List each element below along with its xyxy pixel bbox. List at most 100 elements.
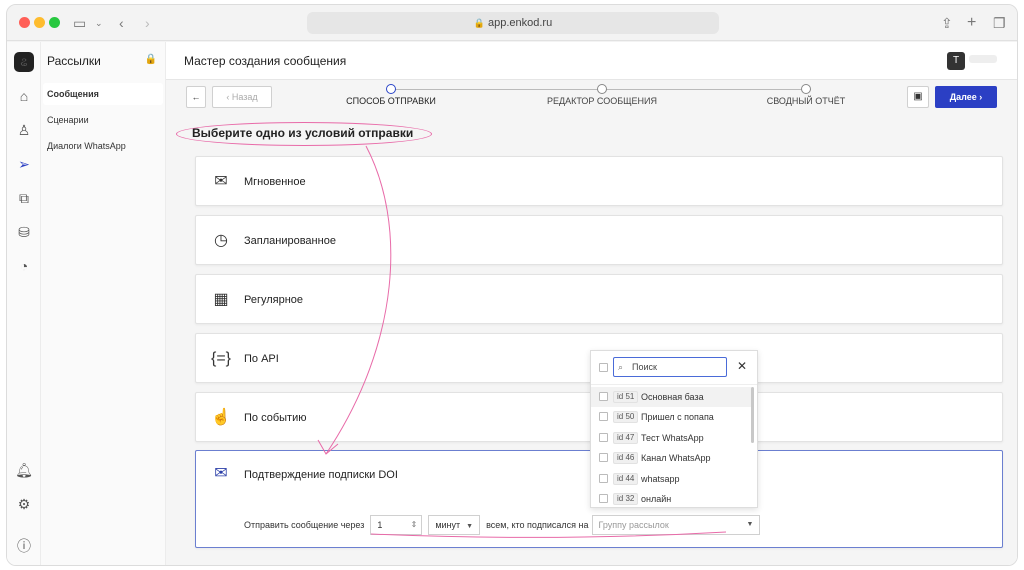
step-summary-report[interactable]: СВОДНЫЙ ОТЧЁТ	[746, 84, 866, 106]
main-content: Мастер создания сообщения T ← ‹ Назад СП…	[166, 42, 1017, 565]
page-header: Мастер создания сообщения T	[166, 42, 1017, 80]
search-placeholder: Поиск	[632, 362, 657, 372]
pie-chart-icon[interactable]: ◔	[14, 256, 34, 276]
id-badge: id 32	[613, 493, 639, 505]
api-braces-icon: {=}	[210, 350, 232, 367]
step-label: СВОДНЫЙ ОТЧЁТ	[766, 96, 846, 106]
address-bar[interactable]: 🔒 app.enkod.ru	[307, 12, 719, 34]
sidebar-item-scenarios[interactable]: Сценарии	[43, 109, 163, 131]
group-select[interactable]: Группу рассылок ▼	[592, 515, 761, 535]
id-badge: id 47	[613, 432, 639, 444]
delay-unit-select[interactable]: минут ▼	[428, 515, 481, 535]
copy-icon[interactable]: ⧉	[14, 188, 34, 208]
option-label: По событию	[244, 412, 307, 424]
dropdown-scrollbar[interactable]	[751, 387, 754, 443]
help-icon[interactable]: ⓘ	[14, 536, 34, 556]
item-name: Канал WhatsApp	[641, 453, 711, 463]
sidebar-item-whatsapp-dialogs[interactable]: Диалоги WhatsApp	[43, 135, 163, 157]
sidebar-item-label: Диалоги WhatsApp	[47, 141, 126, 151]
logo-icon[interactable]: ଌ	[14, 52, 34, 72]
close-icon[interactable]: ✕	[737, 359, 747, 373]
dropdown-search-input[interactable]: ⌕ Поиск	[613, 357, 727, 377]
option-instant[interactable]: ✉ Мгновенное	[195, 156, 1003, 206]
caret-down-icon: ▼	[746, 521, 754, 528]
item-checkbox[interactable]	[599, 392, 608, 401]
item-name: whatsapp	[641, 474, 680, 484]
settings-icon[interactable]: ⚙	[14, 494, 34, 514]
item-checkbox[interactable]	[599, 494, 608, 503]
sidebar-item-label: Сообщения	[47, 89, 99, 99]
option-scheduled[interactable]: ◷ Запланированное	[195, 215, 1003, 265]
close-window-button[interactable]	[19, 17, 30, 28]
envelope-fast-icon: ✉	[214, 173, 228, 190]
lock-icon: 🔒	[473, 18, 485, 28]
spinner-icon[interactable]: ⇕	[411, 516, 418, 534]
minimize-window-button[interactable]	[34, 17, 45, 28]
back-arrow-icon[interactable]: ‹	[119, 13, 124, 33]
back-arrow-button[interactable]: ←	[186, 86, 206, 108]
new-tab-icon[interactable]: +	[967, 13, 976, 33]
step-send-method[interactable]: СПОСОБ ОТПРАВКИ	[331, 84, 451, 106]
caret-down-icon: ▼	[466, 523, 474, 530]
option-regular[interactable]: ▦ Регулярное	[195, 274, 1003, 324]
clock-icon: ◷	[214, 232, 228, 249]
chevron-down-icon[interactable]: ⌄	[95, 13, 103, 33]
list-item[interactable]: id 51 Основная база	[591, 387, 751, 407]
sidebar-toggle-icon[interactable]: ▭	[73, 13, 86, 33]
list-item[interactable]: id 50 Пришел с попапа	[591, 407, 751, 427]
annotation-ellipse	[176, 122, 432, 146]
arrow-left-icon: ←	[191, 92, 201, 102]
step-label: РЕДАКТОР СООБЩЕНИЯ	[546, 96, 658, 106]
sidebar-title: Рассылки	[47, 54, 101, 68]
list-item[interactable]: id 47 Тест WhatsApp	[591, 428, 751, 448]
sidebar-item-messages[interactable]: Сообщения	[43, 83, 163, 105]
sidebar: Рассылки 🔒 Сообщения Сценарии Диалоги Wh…	[41, 42, 166, 565]
search-icon: ⌕	[618, 362, 624, 372]
home-icon[interactable]: ⌂	[14, 86, 34, 106]
browser-toolbar: ▭ ⌄ ‹ › 🔒 app.enkod.ru ⇪ + ❐	[7, 5, 1017, 41]
item-name: Пришел с попапа	[641, 412, 714, 422]
step-circle	[386, 84, 396, 94]
cursor-click-icon: ☝	[211, 409, 231, 426]
delay-amount-input[interactable]: 1 ⇕	[370, 515, 423, 535]
step-message-editor[interactable]: РЕДАКТОР СООБЩЕНИЯ	[542, 84, 662, 106]
bag-icon[interactable]: ⛁	[14, 222, 34, 242]
user-icon[interactable]: ♙	[14, 120, 34, 140]
next-button[interactable]: Далее ›	[935, 86, 997, 108]
delay-amount-value: 1	[377, 520, 383, 530]
option-label: Регулярное	[244, 294, 304, 306]
group-dropdown: ⌕ Поиск ✕ id 51 Основная база id 50 Пришел …	[590, 350, 758, 508]
option-label: Подтверждение подписки DOI	[244, 469, 398, 481]
item-checkbox[interactable]	[599, 412, 608, 421]
back-button[interactable]: ‹ Назад	[212, 86, 272, 108]
option-label: Мгновенное	[244, 176, 306, 188]
id-badge: id 44	[613, 473, 639, 485]
id-badge: id 46	[613, 452, 639, 464]
item-checkbox[interactable]	[599, 474, 608, 483]
app-container: ଌ ⌂ ♙ ➢ ⧉ ⛁ ◔ 🔔︎ ⚙ ⓘ Рассылки 🔒 Сообщени…	[7, 42, 1017, 565]
tabs-overview-icon[interactable]: ❐	[993, 13, 1006, 33]
browser-window: ▭ ⌄ ‹ › 🔒 app.enkod.ru ⇪ + ❐ ଌ ⌂ ♙ ➢ ⧉ ⛁ …	[6, 4, 1018, 566]
avatar[interactable]: T	[947, 52, 965, 70]
forward-arrow-icon[interactable]: ›	[145, 13, 150, 33]
bell-icon[interactable]: 🔔︎	[14, 460, 34, 480]
sidebar-item-label: Сценарии	[47, 115, 89, 125]
user-name-placeholder[interactable]	[969, 55, 997, 63]
list-item[interactable]: id 44 whatsapp	[591, 469, 751, 489]
step-circle	[597, 84, 607, 94]
save-button[interactable]: ▣	[907, 86, 929, 108]
item-name: Основная база	[641, 392, 704, 402]
share-icon[interactable]: ⇪	[941, 13, 953, 33]
option-label: По API	[244, 353, 279, 365]
item-checkbox[interactable]	[599, 433, 608, 442]
id-badge: id 51	[613, 391, 639, 403]
list-item[interactable]: id 32 онлайн	[591, 489, 751, 509]
list-item[interactable]: id 46 Канал WhatsApp	[591, 448, 751, 468]
select-all-checkbox[interactable]	[599, 363, 608, 372]
floppy-disk-icon: ▣	[913, 91, 923, 102]
item-checkbox[interactable]	[599, 453, 608, 462]
mail-check-icon: ✉	[214, 465, 228, 482]
icon-rail: ଌ ⌂ ♙ ➢ ⧉ ⛁ ◔ 🔔︎ ⚙ ⓘ	[7, 42, 41, 565]
maximize-window-button[interactable]	[49, 17, 60, 28]
send-icon[interactable]: ➢	[14, 154, 34, 174]
